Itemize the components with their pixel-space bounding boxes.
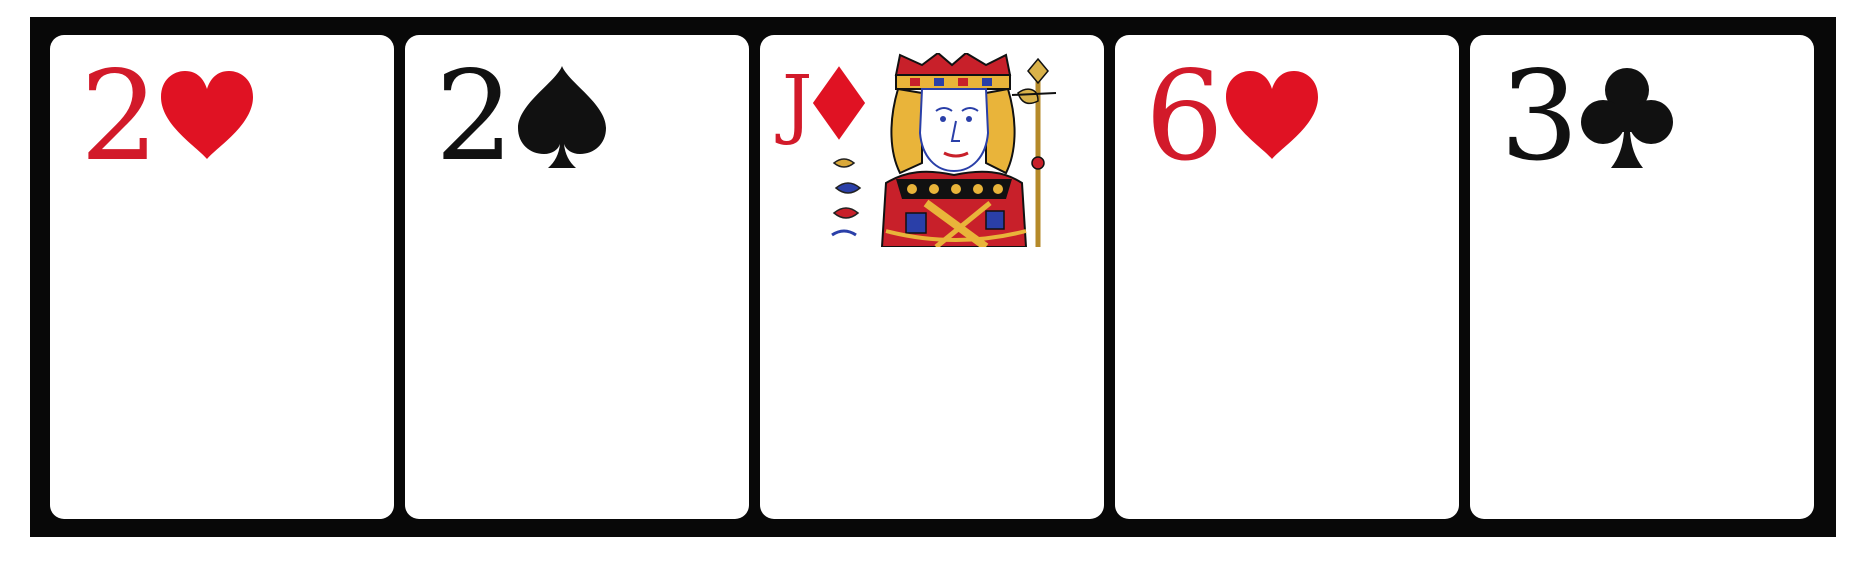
card-index: J [782,63,868,143]
playing-card-2-hearts[interactable]: 2 [50,35,394,519]
jack-hair [890,87,923,175]
playing-card-j-diamonds[interactable]: J [760,35,1104,519]
playing-card-6-hearts[interactable]: 6 [1115,35,1459,519]
card-rank: 6 [1145,45,1224,189]
card-rank: 3 [1500,45,1579,189]
heart-icon [1225,71,1318,159]
card-hand-board: 2 2 J 6 3 [30,17,1836,537]
card-index: 3 [1500,55,1677,179]
card-index: 2 [80,55,257,179]
jack-robe [880,170,1028,247]
spade-icon [517,66,606,168]
jack-crown [894,53,1012,90]
card-rank: 2 [80,45,159,189]
playing-card-2-spades[interactable]: 2 [405,35,749,519]
heart-icon [160,71,253,159]
playing-card-3-clubs[interactable]: 3 [1470,35,1814,519]
diamond-icon [813,66,866,140]
jack-robe-pattern-left [828,148,866,247]
card-index: 2 [435,55,612,179]
card-rank: J [782,58,813,147]
club-icon [1580,68,1673,168]
card-rank: 2 [435,45,514,189]
card-index: 6 [1145,55,1322,179]
